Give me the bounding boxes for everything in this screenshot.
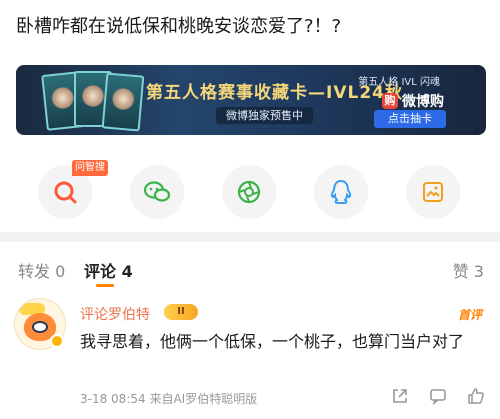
comment-icon <box>430 389 446 405</box>
wechat-icon <box>143 181 171 202</box>
comment-item: 评论罗伯特 II 首评 我寻思着，他俩一个低保，一个桃子，也算门当户对了 3-1… <box>0 290 500 419</box>
post-title: 卧槽咋都在说低保和桃晚安谈恋爱了?！? <box>16 16 342 37</box>
save-image-button[interactable] <box>406 165 460 219</box>
comment-actions <box>390 386 486 406</box>
moments-share-button[interactable] <box>222 165 276 219</box>
draw-card-button[interactable]: 点击抽卡 <box>374 110 446 128</box>
verified-badge-icon <box>50 334 64 348</box>
comment-text: 我寻思着，他俩一个低保，一个桃子，也算门当户对了 <box>80 332 465 351</box>
share-icon <box>393 389 407 403</box>
tab-comment[interactable]: 评论 4 <box>84 258 133 282</box>
banner-subtitle: 微博独家预售中 <box>216 107 313 124</box>
active-tab-indicator <box>96 284 114 287</box>
like-comment-button[interactable] <box>466 386 486 406</box>
ad-banner[interactable]: 第五人格赛事收藏卡—IVL24秋 微博独家预售中 第五人格 IVL 闪魂 购 微… <box>16 65 486 135</box>
comment-author[interactable]: 评论罗伯特 <box>80 304 150 324</box>
banner-brand: 第五人格 IVL 闪魂 <box>358 77 440 88</box>
ai-search-icon <box>54 181 77 204</box>
save-image-icon <box>423 182 443 202</box>
robot-eye-icon <box>32 321 48 333</box>
weibo-shop-icon: 购 <box>382 93 398 109</box>
tab-repost[interactable]: 转发 0 <box>18 258 65 282</box>
moments-icon <box>237 180 261 204</box>
first-comment-badge: 首评 <box>457 308 482 322</box>
wechat-share-button[interactable] <box>130 165 184 219</box>
weibo-shop: 购 微博购 <box>382 91 444 111</box>
share-comment-button[interactable] <box>390 386 410 406</box>
tab-like[interactable]: 赞 3 <box>453 258 484 282</box>
weibo-shop-label: 微博购 <box>402 94 444 110</box>
ai-search-tag: 问智搜 <box>72 160 108 176</box>
card-pack-image <box>41 71 145 132</box>
thumbs-up-icon <box>468 388 484 404</box>
level-badge: II <box>164 304 198 320</box>
card-image <box>101 72 145 132</box>
section-divider <box>0 232 500 242</box>
interaction-tabs: 转发 0 评论 4 赞 3 <box>0 252 500 287</box>
comment-meta: 3-18 08:54 来自AI罗伯特聪明版 <box>80 392 258 406</box>
reply-comment-button[interactable] <box>428 386 448 406</box>
qq-icon <box>330 179 352 204</box>
qq-share-button[interactable] <box>314 165 368 219</box>
